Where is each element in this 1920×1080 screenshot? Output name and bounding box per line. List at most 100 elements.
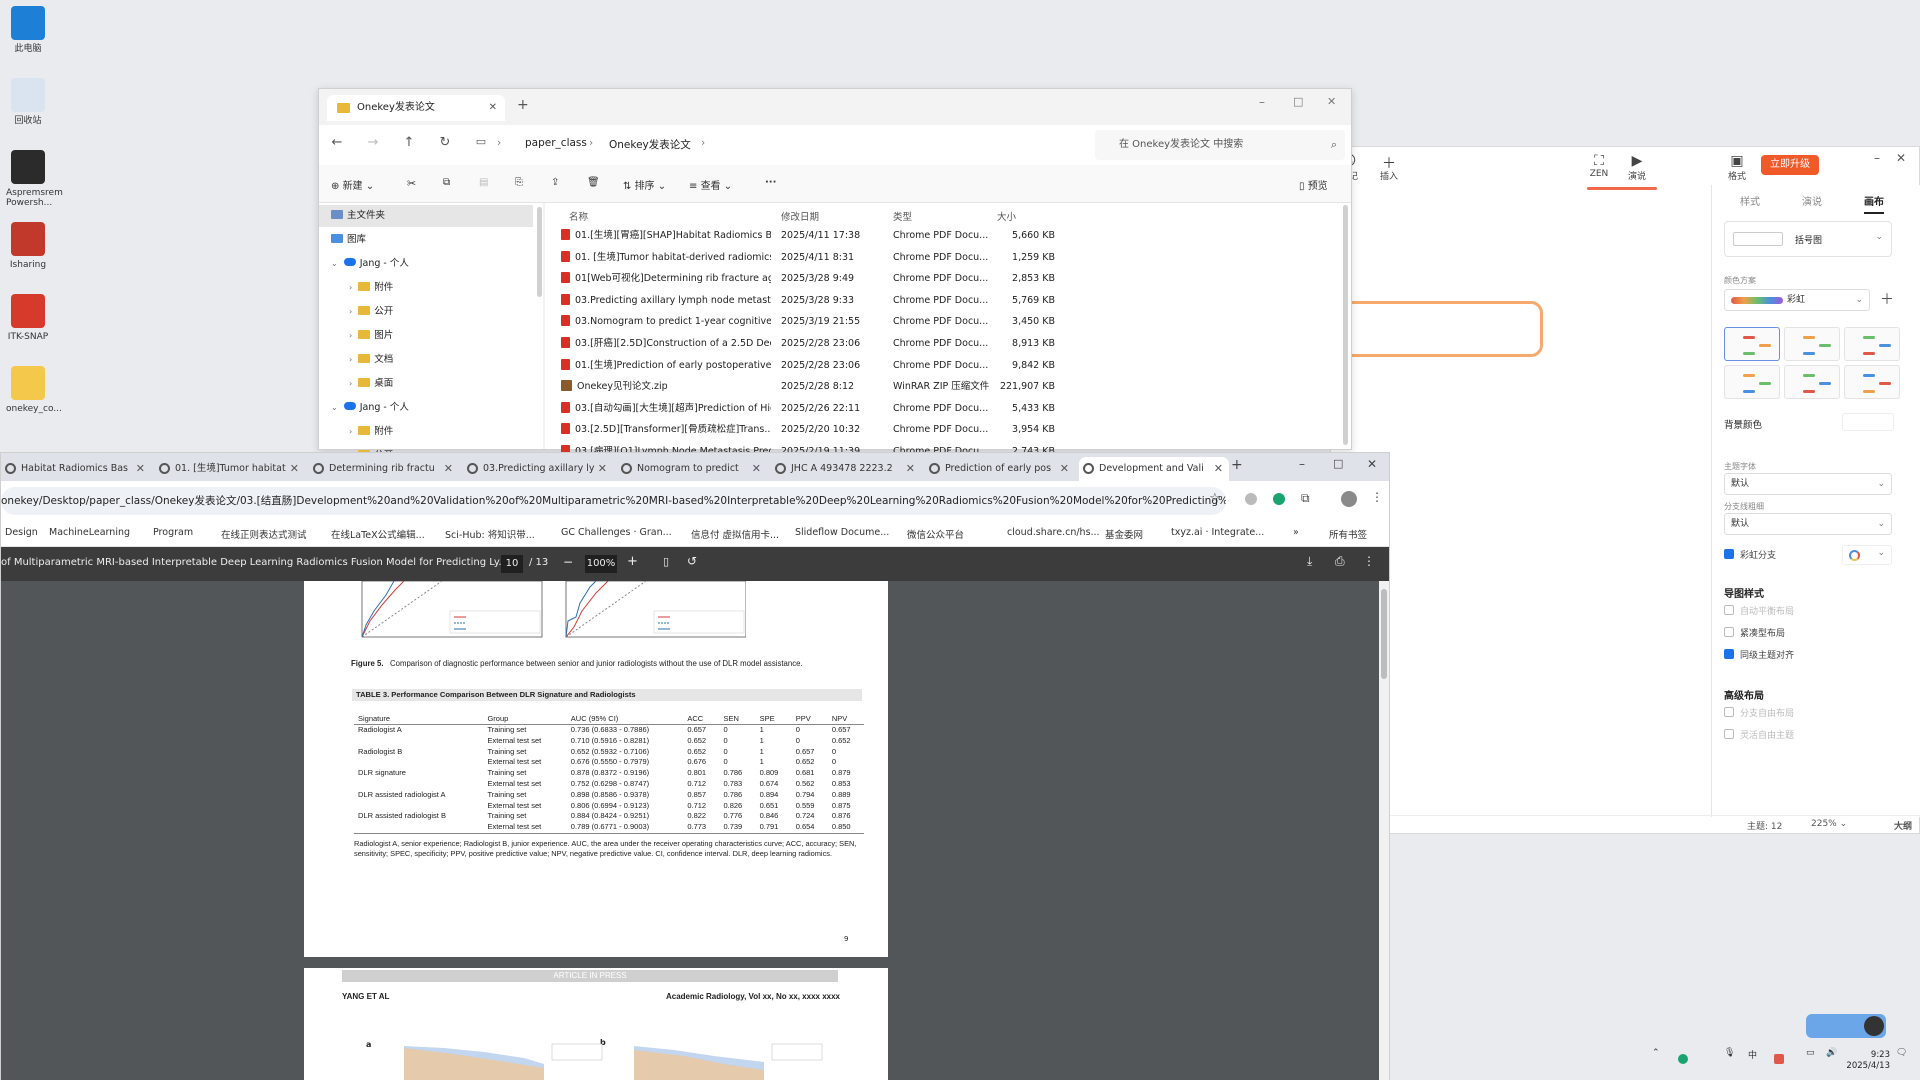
add-scheme-icon[interactable]: ＋ [1880,289,1894,309]
chevron-right-icon[interactable]: › [349,379,352,388]
file-row[interactable]: 01[Web可视化]Determining rib fracture age..… [545,268,1075,289]
bookmark-item[interactable]: 在线LaTeX公式编辑... [331,527,425,541]
bookmark-item[interactable]: GC Challenges · Gran... [561,527,672,538]
desktop-icon[interactable]: Aspremsrem Powersh... [6,150,63,208]
tray-app-icon[interactable] [1678,1054,1688,1064]
tray-red-icon[interactable] [1774,1054,1784,1064]
main-font-select[interactable]: 默认 ⌄ [1724,473,1892,495]
rotate-icon[interactable]: ↺ [687,554,697,568]
desktop-icon[interactable]: 回收站 [6,78,50,126]
pdf-scrollbar[interactable] [1379,581,1389,1080]
new-button[interactable]: ⊕ 新建 ⌄ [331,177,374,192]
tab-present[interactable]: 演说 [1802,193,1822,208]
chevron-right-icon[interactable]: › [349,307,352,316]
bookmark-item[interactable]: Design [5,527,38,538]
rename-icon[interactable]: ⎘ [515,177,523,188]
bg-color-picker[interactable] [1842,413,1894,431]
clock[interactable]: 9:23 2025/4/13 [1846,1050,1890,1072]
close-icon[interactable]: ✕ [1327,95,1336,108]
extension-icon[interactable] [1245,493,1257,505]
nav-item[interactable]: ⌄ Jang - 个人 [319,253,533,275]
theme-swatch[interactable] [1844,365,1900,399]
ime-widget[interactable] [1806,1014,1886,1038]
new-tab-icon[interactable]: + [1231,457,1243,473]
nav-item[interactable]: › 附件 [319,277,533,299]
close-tab-icon[interactable]: ✕ [906,457,915,481]
option-checkbox[interactable]: 自动平衡布局 [1724,605,1794,619]
option-checkbox[interactable]: 灵活自由主题 [1724,729,1794,743]
forward-icon[interactable]: → [363,135,383,150]
bookmark-item[interactable]: MachineLearning [49,527,130,538]
maximize-icon[interactable]: □ [1293,95,1303,108]
nav-scrollbar[interactable] [537,207,542,297]
nav-item[interactable]: › 图片 [319,325,533,347]
bookmark-item[interactable]: Program [153,527,193,538]
theme-swatch[interactable] [1724,327,1780,361]
column-date[interactable]: 修改日期 [781,209,819,223]
zoom-level[interactable]: 225% ⌄ [1811,819,1847,829]
back-icon[interactable]: ← [327,135,347,150]
bookmark-item[interactable]: Sci-Hub: 将知识带... [445,527,535,541]
more-icon[interactable]: ··· [765,177,776,188]
pdf-menu-icon[interactable]: ⋮ [1363,554,1375,568]
bookmark-star-icon[interactable]: ☆ [1209,491,1221,506]
preview-button[interactable]: ▯ 预览 [1299,177,1328,192]
desktop-icon[interactable]: onekey_co... [6,366,62,414]
close-tab-icon[interactable]: ✕ [1060,457,1069,481]
browser-tab[interactable]: Determining rib fractu ✕ [309,457,459,481]
extensions-puzzle-icon[interactable]: ⧉ [1301,491,1310,506]
close-tab-icon[interactable]: ✕ [598,457,607,481]
zoom-in-icon[interactable]: + [627,554,638,569]
mic-icon[interactable]: 🎙 [1724,1048,1735,1068]
share-icon[interactable]: ⇪ [551,177,559,188]
file-row[interactable]: 03.[自动勾画][大生境][超声]Prediction of Hig... 20… [545,398,1075,419]
desktop-icon[interactable]: ITK-SNAP [6,294,50,342]
close-icon[interactable]: ✕ [1891,151,1911,165]
color-scheme-select[interactable]: 彩虹 ⌄ [1724,289,1870,311]
volume-icon[interactable]: 🔊 [1826,1048,1837,1068]
theme-swatch[interactable] [1844,327,1900,361]
profile-avatar[interactable] [1341,491,1357,507]
tab-style[interactable]: 样式 [1740,193,1760,208]
file-row[interactable]: 03.[肝癌][2.5D]Construction of a 2.5D Deep… [545,333,1075,354]
browser-tab[interactable]: JHC A 493478 2223.2 ✕ [771,457,921,481]
bookmark-item[interactable]: Slideflow Docume... [795,527,889,538]
close-tab-icon[interactable]: ✕ [290,457,299,481]
desktop-icon[interactable]: Isharing [6,222,50,270]
bookmark-item[interactable]: 在线正则表达式测试 [221,527,307,541]
browser-tab[interactable]: Habitat Radiomics Bas ✕ [1,457,151,481]
bookmark-item[interactable]: 信息付 虚拟信用卡... [691,527,779,541]
branch-color-picker[interactable]: ⌄ [1842,545,1892,565]
desktop-icon[interactable]: 此电脑 [6,6,50,54]
outline-button[interactable]: 大纲 [1894,819,1912,832]
paste-icon[interactable]: ▤ [479,177,488,188]
insert-tool[interactable]: ＋插入 [1371,153,1407,182]
menu-icon[interactable]: ⋮ [1371,490,1383,504]
bookmark-item[interactable]: 基金委网 [1105,527,1143,541]
browser-tab[interactable]: Development and Vali ✕ [1079,457,1229,481]
notification-icon[interactable]: 🗨 [1896,1048,1907,1068]
browser-tab[interactable]: Prediction of early pos ✕ [925,457,1075,481]
central-topic-node[interactable] [1321,301,1543,357]
fit-page-icon[interactable]: ▯ [663,555,669,568]
cut-icon[interactable]: ✂ [407,177,416,190]
option-checkbox[interactable]: 紧凑型布局 [1724,627,1785,641]
upgrade-button[interactable]: 立即升级 [1761,155,1819,175]
rainbow-branch-checkbox[interactable]: 彩虹分支 [1724,549,1776,563]
close-tab-icon[interactable]: ✕ [489,95,497,121]
file-row[interactable]: Onekey见刊论文.zip 2025/2/28 8:12 WinRAR ZIP 压… [545,376,1075,397]
column-type[interactable]: 类型 [893,209,912,223]
chevron-down-icon[interactable]: ⌄ [331,403,338,412]
branch-width-select[interactable]: 默认 ⌄ [1724,513,1892,535]
nav-item[interactable]: › 文档 [319,349,533,371]
file-row[interactable]: 01. [生境]Tumor habitat-derived radiomics … [545,247,1075,268]
tray-chevron-icon[interactable]: ⌃ [1652,1048,1660,1068]
download-icon[interactable]: ⤓ [1307,554,1312,569]
column-name[interactable]: 名称 [569,209,588,223]
new-tab-icon[interactable]: + [517,97,529,113]
nav-item[interactable]: 主文件夹 [319,205,533,227]
breadcrumb-paper-class[interactable]: paper_class [525,137,587,149]
page-number-input[interactable]: 10 [501,555,523,573]
column-size[interactable]: 大小 [997,209,1016,223]
url-bar[interactable]: onekey/Desktop/paper_class/Onekey发表论文/03… [1,487,1226,515]
